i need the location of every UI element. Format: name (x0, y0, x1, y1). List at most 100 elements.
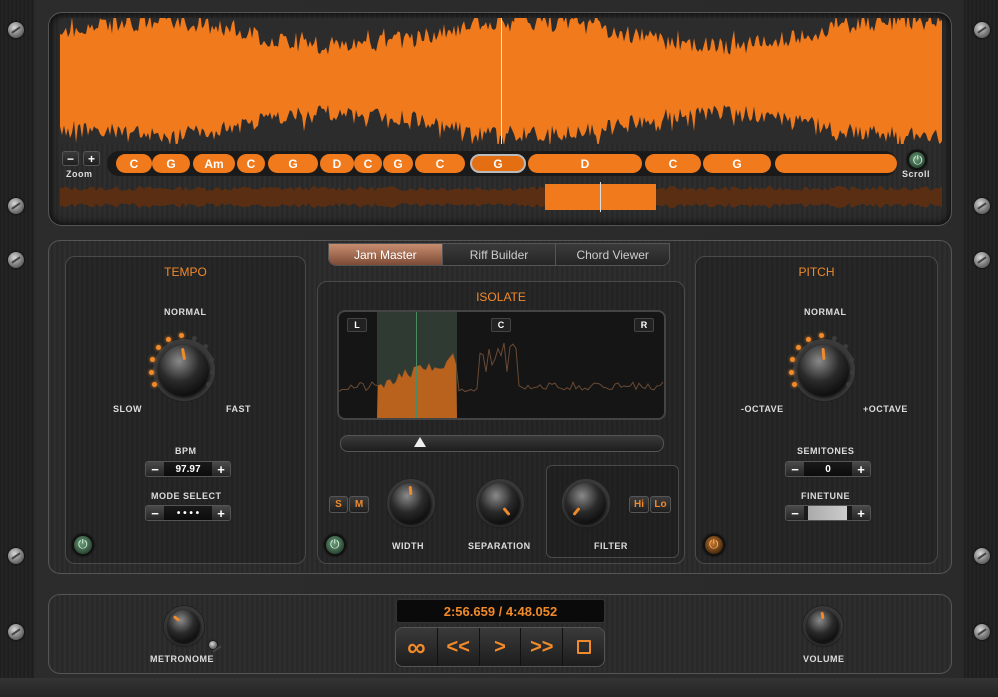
overview-waveform-graphic (60, 182, 942, 212)
pitch-led (806, 337, 811, 342)
filter-label: FILTER (594, 541, 628, 551)
chord-block[interactable] (775, 154, 897, 173)
chord-block[interactable]: D (320, 154, 354, 173)
semitones-value[interactable]: 0 (804, 462, 852, 476)
metronome-indicator-light (209, 641, 217, 649)
semitones-increase-button[interactable]: + (852, 462, 870, 476)
pitch-led (832, 336, 837, 341)
width-knob[interactable] (383, 475, 439, 531)
tempo-led (149, 370, 154, 375)
tempo-power-button[interactable] (72, 534, 94, 556)
mode-tabs: Jam Master Riff Builder Chord Viewer (328, 243, 670, 266)
pitch-power-button[interactable] (703, 534, 725, 556)
width-label: WIDTH (392, 541, 424, 551)
chord-block[interactable]: G (703, 154, 771, 173)
separation-knob[interactable] (472, 475, 528, 531)
tempo-fast-label: FAST (226, 404, 252, 414)
metronome-knob[interactable] (161, 603, 207, 649)
spectrum-right-tag: R (634, 318, 654, 332)
overview-waveform[interactable] (60, 182, 942, 212)
isolate-position-slider[interactable] (340, 435, 664, 452)
chord-block[interactable]: C (645, 154, 701, 173)
tab-jam-master[interactable]: Jam Master (329, 244, 443, 265)
tempo-title: TEMPO (164, 265, 207, 279)
finetune-decrease-button[interactable]: − (786, 506, 804, 520)
semitones-stepper: − 0 + (785, 461, 871, 477)
rewind-button[interactable]: << (437, 628, 480, 666)
chord-block[interactable]: G (470, 154, 526, 173)
filter-lo-toggle[interactable]: Lo (650, 496, 671, 513)
zoom-in-button[interactable]: + (83, 151, 100, 166)
transport-controls: ∞ << > >> (395, 627, 605, 667)
rack-screw-icon (974, 252, 990, 268)
pitch-led (819, 333, 824, 338)
bpm-increase-button[interactable]: + (212, 462, 230, 476)
tempo-led (179, 333, 184, 338)
chord-block[interactable]: Am (193, 154, 235, 173)
volume-knob[interactable] (800, 603, 846, 649)
bpm-value[interactable]: 97.97 (164, 462, 212, 476)
loop-button[interactable]: ∞ (396, 628, 438, 666)
scroll-label: Scroll (902, 169, 931, 179)
bpm-decrease-button[interactable]: − (146, 462, 164, 476)
chord-block[interactable]: G (383, 154, 413, 173)
filter-hi-toggle[interactable]: Hi (629, 496, 649, 513)
tab-riff-builder[interactable]: Riff Builder (442, 244, 557, 265)
rack-base (0, 678, 998, 697)
finetune-stepper: − + (785, 505, 871, 521)
minus-octave-label: -OCTAVE (741, 404, 784, 414)
chord-block[interactable]: G (268, 154, 318, 173)
tab-chord-viewer[interactable]: Chord Viewer (556, 244, 669, 265)
finetune-slider[interactable] (804, 506, 852, 520)
tempo-led (206, 382, 211, 387)
rack-screw-icon (974, 198, 990, 214)
time-readout: 2:56.659 / 4:48.052 (396, 599, 605, 623)
tempo-led (209, 357, 214, 362)
filter-knob[interactable] (558, 475, 614, 531)
mode-select-stepper: − • • • • + (145, 505, 231, 521)
stop-button[interactable] (563, 628, 604, 666)
loop-icon: ∞ (407, 631, 426, 662)
semitones-decrease-button[interactable]: − (786, 462, 804, 476)
pitch-normal-label: NORMAL (804, 307, 847, 317)
mute-toggle[interactable]: M (349, 496, 369, 513)
mode-prev-button[interactable]: − (146, 506, 164, 520)
rack-screw-icon (974, 22, 990, 38)
semitones-label: SEMITONES (797, 446, 855, 456)
rack-rail-left (0, 0, 34, 697)
scroll-toggle-button[interactable] (907, 150, 927, 170)
tempo-led (156, 345, 161, 350)
playhead-cursor[interactable] (501, 18, 502, 144)
chord-block[interactable]: C (237, 154, 265, 173)
play-button[interactable]: > (479, 628, 522, 666)
chord-block[interactable]: D (528, 154, 642, 173)
pitch-led (843, 344, 848, 349)
mode-value[interactable]: • • • • (164, 506, 212, 520)
spectrum-center-tag: C (491, 318, 511, 332)
rack-screw-icon (8, 548, 24, 564)
chord-block[interactable]: C (354, 154, 382, 173)
mode-next-button[interactable]: + (212, 506, 230, 520)
bpm-stepper: − 97.97 + (145, 461, 231, 477)
isolate-power-button[interactable] (324, 534, 346, 556)
plus-octave-label: +OCTAVE (863, 404, 908, 414)
finetune-increase-button[interactable]: + (852, 506, 870, 520)
isolate-slider-handle[interactable] (414, 437, 426, 447)
chord-block[interactable]: C (116, 154, 152, 173)
chord-block[interactable]: C (415, 154, 465, 173)
solo-toggle[interactable]: S (329, 496, 348, 513)
pitch-led (850, 370, 855, 375)
spectrum-left-tag: L (347, 318, 367, 332)
stop-icon (576, 640, 591, 654)
rack-screw-icon (8, 198, 24, 214)
isolate-title: ISOLATE (476, 290, 526, 304)
pitch-led (846, 382, 851, 387)
separation-label: SEPARATION (468, 541, 531, 551)
rack-rail-right (964, 0, 998, 697)
fast-forward-button[interactable]: >> (521, 628, 564, 666)
chord-block[interactable]: G (152, 154, 190, 173)
rack-screw-icon (8, 252, 24, 268)
zoom-out-button[interactable]: − (62, 151, 79, 166)
rack-screw-icon (8, 624, 24, 640)
pitch-led (790, 357, 795, 362)
